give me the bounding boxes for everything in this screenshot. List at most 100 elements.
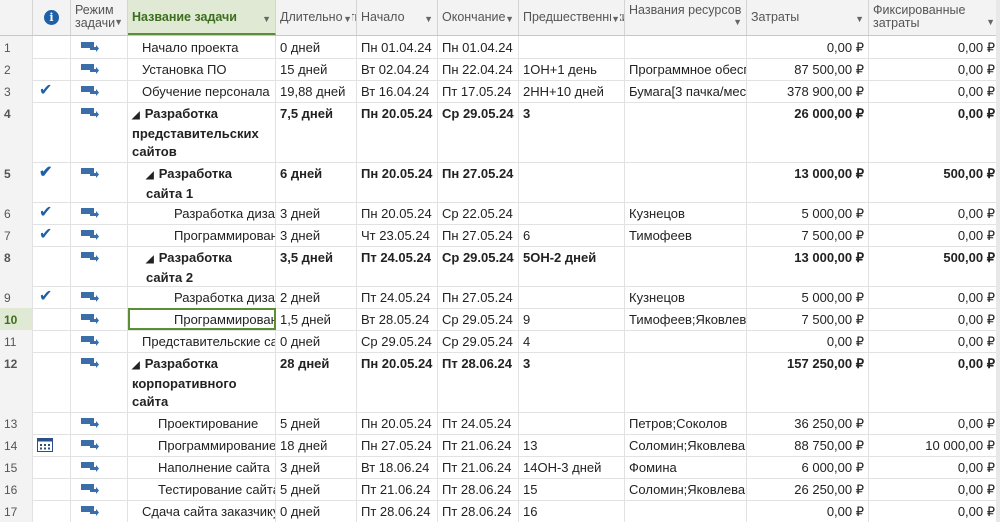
table-row[interactable]: 16 Тестирование сайта 5 дней Пт 21.06.24 Пт …	[0, 478, 1000, 501]
predecessors-cell[interactable]: 1ОН+1 день	[519, 58, 625, 80]
chevron-down-icon[interactable]: ▼	[505, 13, 514, 26]
duration-cell[interactable]: 0 дней	[276, 330, 357, 352]
cost-cell[interactable]: 13 000,00 ₽	[747, 246, 869, 286]
task-mode-cell[interactable]	[71, 330, 128, 352]
finish-cell[interactable]: Пт 28.06.24	[438, 500, 519, 522]
table-row[interactable]: 6 ✔ Разработка дизайна3 днейПн 20.05.24Ср …	[0, 202, 1000, 225]
predecessors-cell[interactable]: 5ОН-2 дней	[519, 246, 625, 286]
task-mode-cell[interactable]	[71, 412, 128, 434]
start-cell[interactable]: Чт 23.05.24	[357, 224, 438, 246]
row-number[interactable]: 9	[0, 286, 33, 308]
cost-cell[interactable]: 5 000,00 ₽	[747, 202, 869, 224]
predecessors-cell[interactable]: 3	[519, 352, 625, 412]
finish-cell[interactable]: Ср 29.05.24	[438, 308, 519, 330]
fixed-cost-cell[interactable]: 0,00 ₽	[869, 80, 1000, 102]
row-number[interactable]: 1	[0, 36, 33, 58]
task-name-cell[interactable]: Обучение персонала	[128, 80, 276, 102]
resources-cell[interactable]	[625, 246, 747, 286]
row-number[interactable]: 8	[0, 246, 33, 286]
fixed-cost-cell[interactable]: 10 000,00 ₽	[869, 434, 1000, 456]
resources-cell[interactable]: Петров;Соколов	[625, 412, 747, 434]
cost-cell[interactable]: 87 500,00 ₽	[747, 58, 869, 80]
task-mode-cell[interactable]	[71, 352, 128, 412]
header-resources[interactable]: Названия ресурсов ▼	[625, 0, 747, 35]
table-row[interactable]: 10 Программирование1,5 днейВт 28.05.24Ср …	[0, 308, 1000, 331]
fixed-cost-cell[interactable]: 0,00 ₽	[869, 478, 1000, 500]
table-row[interactable]: 5 ✔ ◢ Разработка сайта 16 дней Пн 20.05.24 Пн…	[0, 162, 1000, 203]
resources-cell[interactable]	[625, 352, 747, 412]
start-cell[interactable]: Вт 28.05.24	[357, 308, 438, 330]
header-task-name[interactable]: Название задачи ▼	[128, 0, 276, 35]
task-mode-cell[interactable]	[71, 478, 128, 500]
finish-cell[interactable]: Ср 29.05.24	[438, 330, 519, 352]
cost-cell[interactable]: 88 750,00 ₽	[747, 434, 869, 456]
row-number[interactable]: 10	[0, 308, 33, 330]
predecessors-cell[interactable]: 14ОН-3 дней	[519, 456, 625, 478]
fixed-cost-cell[interactable]: 0,00 ₽	[869, 58, 1000, 80]
task-mode-cell[interactable]	[71, 102, 128, 162]
task-name-cell[interactable]: Программирование	[128, 224, 276, 246]
fixed-cost-cell[interactable]: 500,00 ₽	[869, 162, 1000, 202]
row-number[interactable]: 2	[0, 58, 33, 80]
resources-cell[interactable]: Фомина	[625, 456, 747, 478]
finish-cell[interactable]: Пт 21.06.24	[438, 434, 519, 456]
resources-cell[interactable]	[625, 36, 747, 58]
scrollbar[interactable]	[996, 0, 1000, 522]
fixed-cost-cell[interactable]: 0,00 ₽	[869, 500, 1000, 522]
chevron-down-icon[interactable]: ▼	[424, 13, 433, 26]
start-cell[interactable]: Пн 27.05.24	[357, 434, 438, 456]
header-row-number[interactable]	[0, 0, 33, 35]
header-fixed-cost[interactable]: Фиксированные затраты ▼	[869, 0, 1000, 35]
task-name-cell[interactable]: ◢ Разработка представительских сайтов	[128, 102, 276, 162]
cost-cell[interactable]: 0,00 ₽	[747, 330, 869, 352]
cost-cell[interactable]: 157 250,00 ₽	[747, 352, 869, 412]
predecessors-cell[interactable]	[519, 36, 625, 58]
header-start[interactable]: Начало ▼	[357, 0, 438, 35]
task-name-cell[interactable]: ◢ Разработка корпоративного сайта	[128, 352, 276, 412]
predecessors-cell[interactable]: 2НН+10 дней	[519, 80, 625, 102]
task-name-cell[interactable]: Проектирование	[128, 412, 276, 434]
start-cell[interactable]: Вт 16.04.24	[357, 80, 438, 102]
table-row[interactable]: 12 ◢ Разработка корпоративного сайта 28 дне…	[0, 352, 1000, 413]
collapse-triangle-icon[interactable]: ◢	[132, 360, 140, 371]
row-number[interactable]: 15	[0, 456, 33, 478]
task-name-cell[interactable]: Разработка дизайна	[128, 202, 276, 224]
start-cell[interactable]: Пн 20.05.24	[357, 102, 438, 162]
collapse-triangle-icon[interactable]: ◢	[146, 170, 154, 181]
predecessors-cell[interactable]	[519, 286, 625, 308]
duration-cell[interactable]: 19,88 дней	[276, 80, 357, 102]
row-number[interactable]: 3	[0, 80, 33, 102]
resources-cell[interactable]: Соломин;Яковлева	[625, 478, 747, 500]
finish-cell[interactable]: Пн 27.05.24	[438, 286, 519, 308]
resources-cell[interactable]: Кузнецов	[625, 202, 747, 224]
task-mode-cell[interactable]	[71, 162, 128, 202]
table-row[interactable]: 3 ✔ Обучение персонала 19,88 дней Вт 16.04.2…	[0, 80, 1000, 103]
task-name-cell[interactable]: Представительские сайты готовы	[128, 330, 276, 352]
task-mode-cell[interactable]	[71, 36, 128, 58]
table-row[interactable]: 11Представительские сайты готовы0 днейСр…	[0, 330, 1000, 353]
resources-cell[interactable]	[625, 330, 747, 352]
fixed-cost-cell[interactable]: 0,00 ₽	[869, 308, 1000, 330]
chevron-down-icon[interactable]: ▼	[114, 16, 123, 29]
duration-cell[interactable]: 18 дней	[276, 434, 357, 456]
duration-cell[interactable]: 15 дней	[276, 58, 357, 80]
task-mode-cell[interactable]	[71, 58, 128, 80]
start-cell[interactable]: Пн 20.05.24	[357, 412, 438, 434]
task-mode-cell[interactable]	[71, 202, 128, 224]
fixed-cost-cell[interactable]: 0,00 ₽	[869, 330, 1000, 352]
finish-cell[interactable]: Пн 27.05.24	[438, 224, 519, 246]
finish-cell[interactable]: Пн 22.04.24	[438, 58, 519, 80]
task-mode-cell[interactable]	[71, 500, 128, 522]
finish-cell[interactable]: Пт 24.05.24	[438, 412, 519, 434]
cost-cell[interactable]: 26 000,00 ₽	[747, 102, 869, 162]
predecessors-cell[interactable]: 16	[519, 500, 625, 522]
finish-cell[interactable]: Ср 29.05.24	[438, 102, 519, 162]
duration-cell[interactable]: 28 дней	[276, 352, 357, 412]
table-row[interactable]: 15 Наполнение сайта 3 дней Вт 18.06.24 Пт 21…	[0, 456, 1000, 479]
fixed-cost-cell[interactable]: 0,00 ₽	[869, 456, 1000, 478]
resources-cell[interactable]: Соломин;Яковлева	[625, 434, 747, 456]
fixed-cost-cell[interactable]: 0,00 ₽	[869, 102, 1000, 162]
predecessors-cell[interactable]	[519, 412, 625, 434]
start-cell[interactable]: Пт 24.05.24	[357, 286, 438, 308]
duration-cell[interactable]: 3,5 дней	[276, 246, 357, 286]
